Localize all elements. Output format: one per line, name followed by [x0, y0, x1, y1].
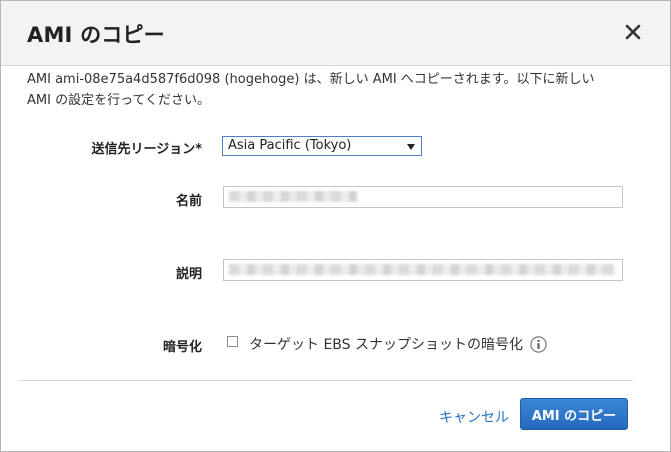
dialog-description: AMI ami-08e75a4d587f6d098 (hogehoge) は、新…: [27, 69, 639, 111]
redacted-name-value: [229, 191, 357, 202]
region-selected-value: Asia Pacific (Tokyo): [228, 138, 352, 153]
info-button[interactable]: [530, 336, 547, 353]
name-label: 名前: [175, 194, 202, 209]
footer-divider: [19, 380, 633, 381]
redacted-description-value: [229, 264, 615, 275]
close-icon: [625, 24, 641, 40]
copy-ami-dialog: AMI のコピー AMI ami-08e75a4d587f6d098 (hoge…: [0, 0, 671, 452]
description-line-1: AMI ami-08e75a4d587f6d098 (hogehoge) は、新…: [27, 72, 595, 87]
close-button[interactable]: [620, 19, 646, 45]
region-label: 送信先リージョン*: [91, 142, 202, 157]
encrypt-checkbox-label[interactable]: ターゲット EBS スナップショットの暗号化: [249, 334, 523, 354]
cancel-link[interactable]: キャンセル: [439, 407, 509, 427]
encryption-label: 暗号化: [162, 340, 202, 355]
info-icon: [530, 336, 547, 353]
chevron-down-icon: [407, 144, 415, 150]
description-line-2: AMI の設定を行ってください。: [27, 93, 211, 108]
copy-ami-button[interactable]: AMI のコピー: [520, 398, 628, 430]
dialog-header: AMI のコピー: [1, 1, 670, 66]
encrypt-checkbox[interactable]: [227, 336, 238, 347]
dialog-title: AMI のコピー: [27, 23, 165, 47]
region-select[interactable]: Asia Pacific (Tokyo): [222, 136, 422, 156]
description-label: 説明: [175, 267, 202, 282]
